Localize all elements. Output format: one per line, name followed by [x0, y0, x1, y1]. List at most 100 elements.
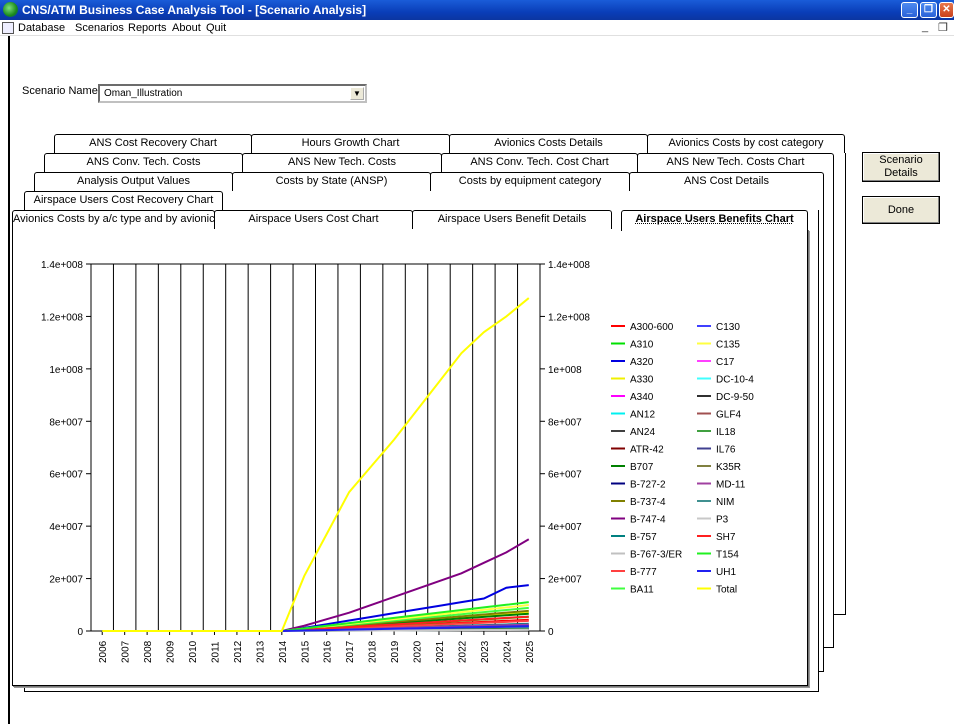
tab-costs-by-equipment-category[interactable]: Costs by equipment category — [430, 172, 630, 191]
legend-label: NIM — [716, 497, 734, 508]
tab-label: Airspace Users Benefits Chart — [635, 213, 794, 225]
tab-label: ANS New Tech. Costs Chart — [666, 156, 805, 168]
x-tick-label: 2018 — [368, 640, 379, 663]
tab-label: ANS Cost Details — [684, 175, 769, 187]
x-tick-label: 2016 — [323, 640, 334, 663]
legend-label: T154 — [716, 550, 739, 561]
y-tick-label-left: 1.2e+008 — [41, 312, 83, 323]
x-tick-label: 2024 — [502, 640, 513, 663]
tab-label: ANS New Tech. Costs — [287, 156, 396, 168]
menu-reports[interactable]: Reports — [128, 22, 167, 34]
legend-label: B-737-4 — [630, 497, 666, 508]
tab-ans-conv-tech-cost-chart[interactable]: ANS Conv. Tech. Cost Chart — [441, 153, 638, 172]
tab-airspace-users-cost-recovery-chart[interactable]: Airspace Users Cost Recovery Chart — [24, 191, 223, 210]
tab-airspace-users-cost-chart[interactable]: Airspace Users Cost Chart — [214, 210, 413, 229]
y-tick-label-left: 0 — [77, 627, 83, 638]
menu-scenarios[interactable]: Scenarios — [75, 22, 124, 34]
tab-label: ANS Cost Recovery Chart — [89, 137, 217, 149]
tab-label: Costs by State (ANSP) — [275, 175, 388, 187]
document-icon[interactable] — [2, 22, 14, 34]
mdi-restore-icon[interactable]: ❐ — [938, 21, 948, 34]
legend-label: UH1 — [716, 567, 736, 578]
legend-label: SH7 — [716, 532, 736, 543]
legend-label: A340 — [630, 392, 654, 403]
legend-label: B-757 — [630, 532, 657, 543]
legend-label: IL76 — [716, 445, 736, 456]
y-tick-label-right: 2e+007 — [548, 575, 582, 586]
tab-label: Avionics Costs Details — [494, 137, 603, 149]
y-tick-label-left: 2e+007 — [49, 575, 83, 586]
tab-analysis-output-values[interactable]: Analysis Output Values — [34, 172, 233, 191]
tab-ans-cost-recovery-chart[interactable]: ANS Cost Recovery Chart — [54, 134, 252, 153]
legend-label: B-777 — [630, 567, 657, 578]
y-tick-label-left: 1e+008 — [49, 365, 83, 376]
app-globe-icon — [3, 2, 18, 17]
tab-label: Hours Growth Chart — [301, 137, 400, 149]
x-tick-label: 2010 — [188, 640, 199, 663]
tab-ans-new-tech-costs[interactable]: ANS New Tech. Costs — [242, 153, 442, 172]
x-tick-label: 2017 — [345, 640, 356, 663]
menu-about[interactable]: About — [172, 22, 201, 34]
x-tick-label: 2007 — [121, 640, 132, 663]
legend-label: BA11 — [630, 585, 654, 596]
x-tick-label: 2022 — [457, 640, 468, 663]
legend-label: A300-600 — [630, 322, 674, 333]
tab-airspace-users-benefit-details[interactable]: Airspace Users Benefit Details — [412, 210, 612, 229]
tab-avionics-costs-by-category[interactable]: Avionics Costs by cost category — [647, 134, 845, 153]
tab-avionics-costs-details[interactable]: Avionics Costs Details — [449, 134, 648, 153]
tab-ans-conv-tech-costs[interactable]: ANS Conv. Tech. Costs — [44, 153, 243, 172]
restore-button[interactable]: ❐ — [920, 2, 937, 18]
x-tick-label: 2012 — [233, 640, 244, 663]
y-tick-label-right: 1.4e+008 — [548, 260, 590, 271]
done-button[interactable]: Done — [862, 196, 940, 224]
x-tick-label: 2009 — [166, 640, 177, 663]
tab-costs-by-state[interactable]: Costs by State (ANSP) — [232, 172, 431, 191]
legend-label: MD-11 — [716, 480, 746, 491]
legend-label: DC-9-50 — [716, 392, 754, 403]
x-tick-label: 2025 — [525, 640, 536, 663]
minimize-button[interactable]: _ — [901, 2, 918, 18]
close-button[interactable]: ✕ — [939, 2, 954, 18]
legend-label: P3 — [716, 515, 729, 526]
tab-label: ANS Conv. Tech. Costs — [86, 156, 201, 168]
window-title: CNS/ATM Business Case Analysis Tool - [S… — [22, 3, 367, 17]
tab-label: Airspace Users Cost Chart — [248, 213, 379, 225]
legend-label: A330 — [630, 375, 654, 386]
menu-database[interactable]: Database — [18, 22, 65, 34]
chart-panel: 0 0 2e+007 2e+007 4e+007 4e+007 6e+007 6e+007 8e… — [12, 229, 808, 686]
scenario-name-label: Scenario Name: — [22, 85, 101, 97]
tab-label: Avionics Costs by cost category — [668, 137, 824, 149]
y-tick-label-left: 6e+007 — [49, 470, 83, 481]
tab-label: Analysis Output Values — [77, 175, 190, 187]
legend-label: C130 — [716, 322, 740, 333]
dropdown-arrow-icon[interactable]: ▼ — [350, 87, 364, 100]
x-tick-label: 2021 — [435, 640, 446, 663]
scenario-select[interactable]: Oman_Illustration ▼ — [98, 84, 367, 103]
legend-label: GLF4 — [716, 410, 741, 421]
tab-label: Costs by equipment category — [458, 175, 602, 187]
legend-label: A320 — [630, 357, 654, 368]
scenario-select-value: Oman_Illustration — [104, 88, 183, 99]
legend-label: B-727-2 — [630, 480, 666, 491]
legend-label: DC-10-4 — [716, 375, 754, 386]
y-tick-label-right: 8e+007 — [548, 417, 582, 428]
tab-label: Airspace Users Benefit Details — [437, 213, 587, 225]
scenario-details-button[interactable]: Scenario Details — [862, 152, 940, 182]
tab-label: Airspace Users Cost Recovery Chart — [33, 194, 214, 206]
mdi-minimize-icon[interactable]: _ — [922, 21, 928, 33]
x-tick-label: 2013 — [255, 640, 266, 663]
tab-airspace-users-benefits-chart[interactable]: Airspace Users Benefits Chart — [621, 210, 808, 231]
tab-hours-growth-chart[interactable]: Hours Growth Chart — [251, 134, 450, 153]
y-tick-label-right: 6e+007 — [548, 470, 582, 481]
window-frame-edge — [8, 36, 10, 724]
menu-bar: Database Scenarios Reports About Quit _ … — [0, 20, 954, 36]
tab-ans-new-tech-costs-chart[interactable]: ANS New Tech. Costs Chart — [637, 153, 834, 172]
y-tick-label-left: 4e+007 — [49, 522, 83, 533]
tab-label: ANS Conv. Tech. Cost Chart — [470, 156, 609, 168]
y-tick-label-right: 1.2e+008 — [548, 312, 590, 323]
tab-avionics-costs-by-type[interactable]: Avionics Costs by a/c type and by avioni… — [12, 210, 215, 229]
tab-ans-cost-details[interactable]: ANS Cost Details — [629, 172, 824, 191]
legend-label: AN12 — [630, 410, 655, 421]
menu-quit[interactable]: Quit — [206, 22, 226, 34]
x-tick-label: 2008 — [143, 640, 154, 663]
